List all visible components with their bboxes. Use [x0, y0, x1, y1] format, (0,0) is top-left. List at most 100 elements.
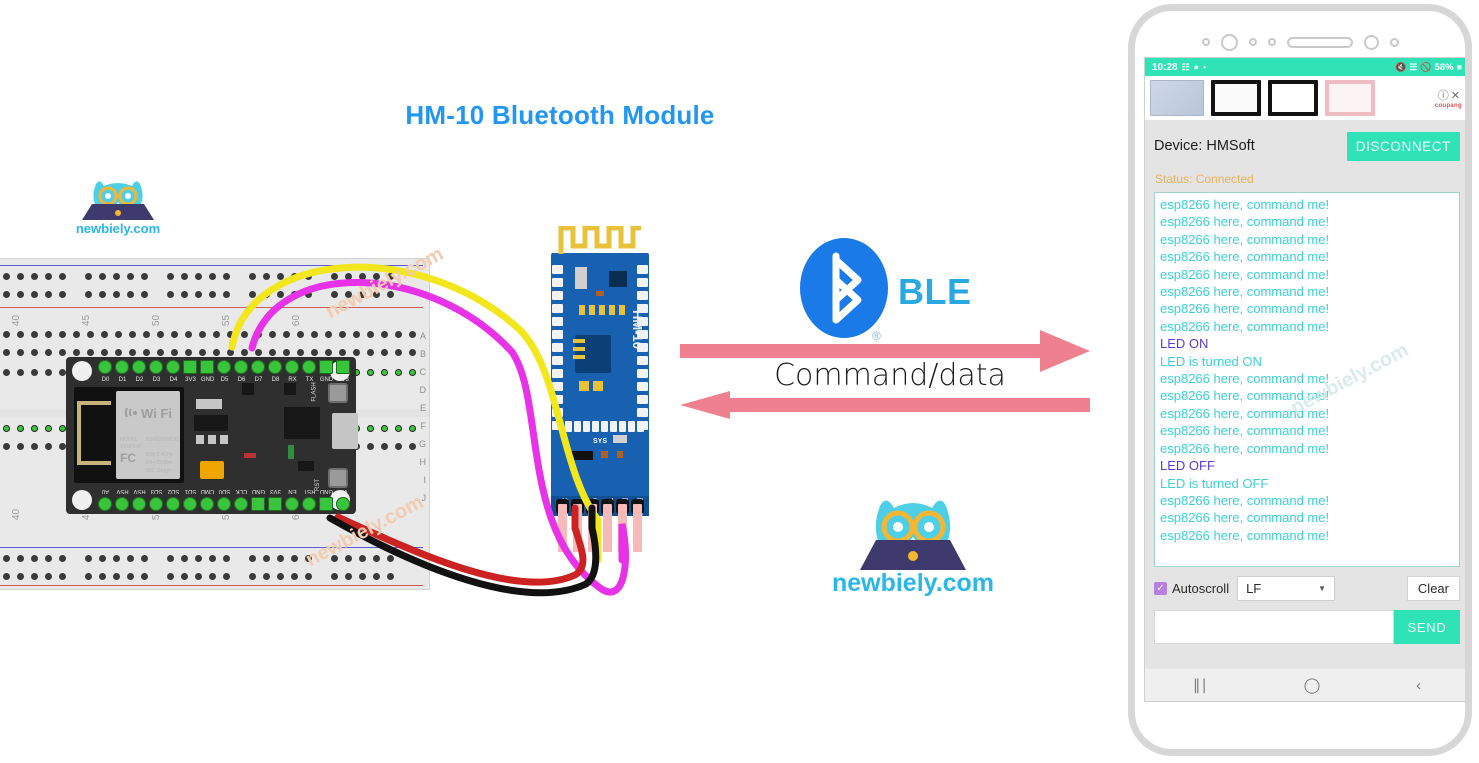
breadboard-hole	[381, 369, 388, 376]
breadboard-hole	[45, 555, 52, 562]
ad-thumbnail-4[interactable]	[1325, 80, 1375, 116]
breadboard-hole	[3, 573, 10, 580]
autoscroll-checkbox[interactable]: ✓	[1154, 582, 1167, 595]
terminal-line: esp8266 here, command me!	[1160, 405, 1330, 421]
breadboard-hole	[17, 273, 24, 280]
breadboard-hole	[345, 573, 352, 580]
breadboard-row-letter: D	[419, 385, 427, 395]
nodemcu-pad-3v3	[183, 360, 197, 374]
breadboard-hole	[3, 273, 10, 280]
breadboard-hole	[213, 331, 220, 338]
nodemcu-pad-b-3v3	[268, 497, 282, 511]
breadboard-hole	[113, 273, 120, 280]
breadboard-hole	[311, 349, 318, 356]
cp2102-chip	[284, 407, 320, 439]
ad-thumbnail-1[interactable]	[1150, 80, 1204, 116]
breadboard-hole	[3, 425, 10, 432]
nodemcu-pad-3v3	[336, 360, 350, 374]
nodemcu-pin-label: 3V3	[185, 377, 196, 383]
nodemcu-pad-d1	[115, 360, 129, 374]
breadboard-hole	[381, 331, 388, 338]
rail-line-red-bottom	[0, 585, 423, 586]
reset-button[interactable]	[328, 468, 348, 488]
nodemcu-pad-tx	[302, 360, 316, 374]
breadboard-hole	[305, 555, 312, 562]
breadboard-hole	[305, 573, 312, 580]
autoscroll-label: Autoscroll	[1172, 581, 1230, 596]
crystal-hm	[575, 267, 587, 289]
autoscroll-checkbox-wrap[interactable]: ✓ Autoscroll	[1154, 581, 1229, 596]
nodemcu-pad-b-rst	[302, 497, 316, 511]
disconnect-button[interactable]: DISCONNECT	[1346, 131, 1460, 161]
sys-led	[613, 435, 627, 443]
sensor-dot-5	[1389, 37, 1399, 47]
ad-info-close[interactable]: ⓘ✕	[1435, 87, 1462, 103]
breadboard-hole	[31, 555, 38, 562]
bluetooth-logo: ®	[800, 238, 888, 346]
esp8266mod-module: Wi Fi MODEL VENDOR ESP8266MOD ISM 2.4GHz P…	[74, 387, 184, 483]
terminal-line: LED ON	[1160, 336, 1209, 352]
battery-percent: 58%	[1434, 61, 1454, 73]
breadboard-hole	[59, 443, 66, 450]
ad-thumbnail-2[interactable]	[1211, 80, 1261, 116]
back-icon[interactable]: ‹	[1416, 677, 1421, 694]
breadboard-hole	[241, 331, 248, 338]
castellated-pad	[552, 421, 563, 430]
breadboard-hole	[291, 573, 298, 580]
transistor-2	[284, 383, 296, 395]
breadboard-hole	[45, 425, 52, 432]
breadboard-hole	[185, 331, 192, 338]
breadboard-row-letter: C	[419, 367, 427, 377]
breadboard-hole	[305, 273, 312, 280]
ad-banner[interactable]: ⓘ✕ coupang	[1145, 76, 1465, 120]
breadboard-hole	[277, 291, 284, 298]
nodemcu-pin-label: SD1	[184, 488, 197, 494]
breadboard-row-letter: I	[423, 475, 426, 485]
hm10-silkscreen-name: HM-10	[630, 309, 645, 349]
arrow-left-icon	[680, 391, 1090, 419]
dot-icon: •	[1203, 62, 1207, 72]
flash-button[interactable]	[328, 383, 348, 403]
terminal-line: esp8266 here, command me!	[1160, 197, 1330, 212]
breadboard-hole	[409, 349, 416, 356]
breadboard-row-letter: J	[421, 493, 427, 503]
message-input[interactable]	[1154, 610, 1394, 644]
sensor-dot-2	[1248, 38, 1257, 46]
breadboard-hole	[59, 425, 66, 432]
breadboard-hole	[359, 291, 366, 298]
breadboard-hole	[85, 555, 92, 562]
pcb-antenna-trace	[551, 225, 649, 254]
terminal-output[interactable]: esp8266 here, command me! esp8266 here, c…	[1154, 192, 1460, 567]
castellated-pad	[552, 369, 563, 378]
nodemcu-pin-label: D3	[152, 377, 161, 383]
hm10-pad	[619, 421, 626, 432]
breadboard-hole	[59, 273, 66, 280]
send-button[interactable]: SEND	[1394, 610, 1460, 644]
breadboard-hole	[373, 555, 380, 562]
transistor-1	[242, 383, 254, 395]
breadboard-column-number: 40	[11, 508, 23, 521]
hm10-pin-leg	[633, 504, 642, 552]
nodemcu-pad-b-rsv	[115, 497, 129, 511]
recents-icon[interactable]: ∥∣	[1193, 676, 1208, 694]
battery-icon: ■	[1456, 62, 1462, 72]
smd-y1	[579, 305, 585, 315]
nodemcu-pin-label: RSV	[133, 488, 146, 494]
ad-thumbnail-3[interactable]	[1268, 80, 1318, 116]
line-ending-select[interactable]: LF ▼	[1237, 576, 1336, 601]
clear-button[interactable]: Clear	[1406, 576, 1460, 601]
phone-sensor-row	[1135, 25, 1465, 59]
breadboard-hole	[31, 443, 38, 450]
breadboard-hole	[31, 273, 38, 280]
breadboard-hole	[45, 443, 52, 450]
terminal-line: esp8266 here, command me!	[1160, 284, 1330, 300]
pcb-antenna	[77, 401, 111, 465]
phone-inner-frame: 10:28 ☷ ● • 🔇 ☰ 🚫 58% ■ ⓘ✕ coupang Devic…	[1135, 11, 1465, 749]
breadboard-hole	[167, 273, 174, 280]
breadboard-hole	[263, 573, 270, 580]
breadboard-hole	[87, 349, 94, 356]
terminal-line: esp8266 here, command me!	[1160, 440, 1330, 456]
front-camera-icon	[1220, 33, 1238, 51]
home-icon[interactable]: ◯	[1304, 676, 1321, 694]
breadboard-hole	[181, 555, 188, 562]
